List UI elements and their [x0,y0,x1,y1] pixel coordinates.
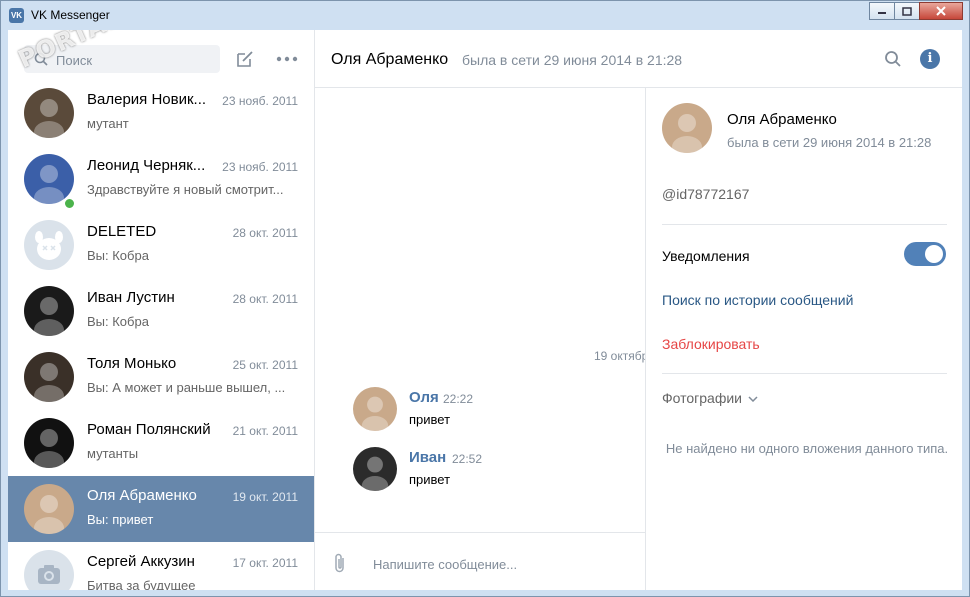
dialog-date: 21 окт. 2011 [232,424,298,438]
dialog-avatar [24,220,74,270]
dialog-avatar [24,88,74,138]
dialog-name: Оля Абраменко [87,487,197,504]
dialog-date: 25 окт. 2011 [232,358,298,372]
minimize-button[interactable] [869,2,895,20]
search-history-link[interactable]: Поиск по истории сообщений [662,292,853,308]
profile-name[interactable]: Оля Абраменко [727,111,837,128]
dialogs-toolbar [8,30,314,86]
maximize-button[interactable] [894,2,920,20]
notifications-label: Уведомления [662,248,750,264]
divider [662,224,947,225]
message-author[interactable]: Иван [409,449,446,466]
maximize-icon [902,6,912,16]
dialog-item[interactable]: Валерия Новик... 23 нояб. 2011 мутант [8,80,314,146]
message-avatar[interactable] [353,387,397,431]
search-in-chat-icon[interactable] [884,50,902,68]
search-box [24,45,220,75]
toggle-knob [925,245,943,263]
conversation-info-panel: Оля Абраменко была в сети 29 июня 2014 в… [645,88,962,590]
profile-status: была в сети 29 июня 2014 в 21:28 [727,135,932,150]
chat-panel: Оля Абраменко была в сети 29 июня 2014 в… [315,30,962,590]
empty-attachments-text: Не найдено ни одного вложения данного ти… [665,441,949,456]
dialog-date: 17 окт. 2011 [232,556,298,570]
chat-header: Оля Абраменко была в сети 29 июня 2014 в… [315,30,962,88]
dialog-date: 23 нояб. 2011 [222,94,298,108]
more-options-icon[interactable] [276,56,298,62]
message-time: 22:52 [452,452,483,466]
app-window: VK VK Messenger Поиск Валерия Новик... 2… [0,0,970,597]
chat-peer-name[interactable]: Оля Абраменко [331,51,448,69]
window-controls [869,2,963,20]
dialog-last-message: мутанты [87,446,139,461]
profile-avatar[interactable] [662,103,712,153]
profile-screen-name[interactable]: @id78772167 [662,186,749,202]
dialog-last-message: Вы: Кобра [87,248,149,263]
dialog-avatar [24,286,74,336]
dialog-last-message: Вы: привет [87,512,154,527]
dialog-item[interactable]: Роман Полянский 21 окт. 2011 мутанты [8,410,314,476]
notifications-toggle[interactable] [904,242,946,266]
dialogs-panel: Валерия Новик... 23 нояб. 2011 мутант Леони… [8,30,315,590]
dialog-last-message: Здравствуйте я новый смотрит... [87,182,284,197]
message-avatar[interactable] [353,447,397,491]
divider [662,373,947,374]
dialog-item[interactable]: Оля Абраменко 19 окт. 2011 Вы: привет [8,476,314,542]
message-history: 19 октября Оля 22:22 привет Иван 22:52 п… [315,88,645,532]
messenger-client: Валерия Новик... 23 нояб. 2011 мутант Леони… [8,30,962,590]
dialog-item[interactable]: Сергей Аккузин 17 окт. 2011 Битва за будущ… [8,542,314,590]
minimize-icon [878,12,886,14]
title-bar[interactable]: VK VK Messenger [1,1,969,29]
message-composer [315,532,645,590]
dialog-avatar [24,352,74,402]
message-time: 22:22 [443,392,474,406]
dialog-last-message: мутант [87,116,129,131]
dialog-last-message: Битва за будущее [87,578,196,590]
dialog-name: Толя Монько [87,355,177,372]
message-text: привет [409,412,451,427]
block-link[interactable]: Заблокировать [662,336,760,352]
dialog-item[interactable]: Толя Монько 25 окт. 2011 Вы: А может и ран… [8,344,314,410]
photos-label: Фотографии [662,390,743,406]
dialog-avatar [24,484,74,534]
online-indicator [63,197,76,210]
search-input[interactable] [54,45,218,75]
dialog-item[interactable]: Леонид Черняк... 23 нояб. 2011 Здравствуйт… [8,146,314,212]
dialog-date: 23 нояб. 2011 [222,160,298,174]
vk-logo-icon: VK [9,8,24,23]
dialog-name: Валерия Новик... [87,91,207,108]
dialog-date: 28 окт. 2011 [232,226,298,240]
dialog-date: 28 окт. 2011 [232,292,298,306]
date-separator: 19 октября [594,349,645,363]
dialog-item[interactable]: Иван Лустин 28 окт. 2011 Вы: Кобра [8,278,314,344]
dialogs-list: Валерия Новик... 23 нояб. 2011 мутант Леони… [8,80,314,590]
info-icon[interactable]: i [920,49,940,69]
dialog-item[interactable]: DELETED 28 окт. 2011 Вы: Кобра [8,212,314,278]
message-author[interactable]: Оля [409,389,439,406]
photos-dropdown[interactable]: Фотографии [662,390,758,406]
dialog-date: 19 окт. 2011 [232,490,298,504]
message-text: привет [409,472,451,487]
window-title: VK Messenger [31,8,110,22]
close-icon [936,6,946,16]
close-button[interactable] [919,2,963,20]
dialog-name: Сергей Аккузин [87,553,195,570]
dialog-avatar [24,550,74,590]
compose-icon[interactable] [235,49,255,69]
search-icon [34,52,48,66]
chevron-down-icon [748,396,758,403]
dialog-name: Леонид Черняк... [87,157,206,174]
message-input[interactable] [371,545,635,583]
dialog-name: Иван Лустин [87,289,175,306]
dialog-avatar [24,418,74,468]
dialog-last-message: Вы: Кобра [87,314,149,329]
dialog-last-message: Вы: А может и раньше вышел, ... [87,380,286,395]
dialog-name: DELETED [87,223,157,240]
chat-peer-status: была в сети 29 июня 2014 в 21:28 [462,52,683,68]
dialog-name: Роман Полянский [87,421,211,438]
paperclip-icon[interactable] [333,552,347,574]
